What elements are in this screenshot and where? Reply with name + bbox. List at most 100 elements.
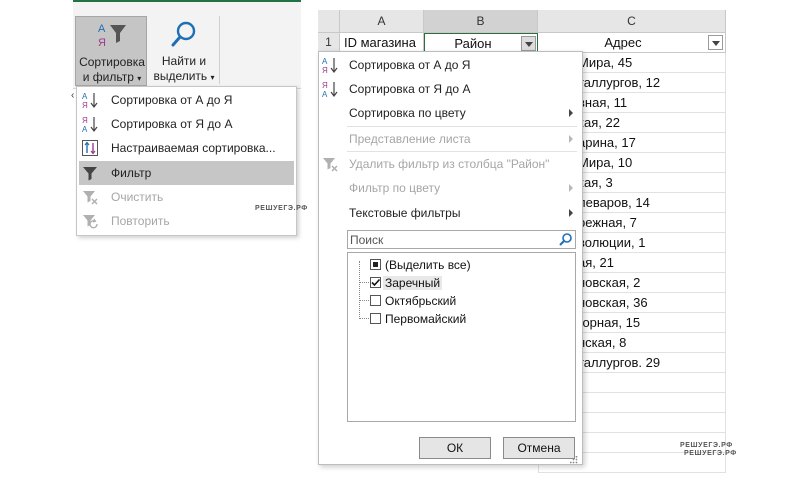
submenu-arrow-icon <box>569 209 573 217</box>
filter-menu-sort-az[interactable]: АЯ Сортировка от А до Я <box>319 53 582 77</box>
svg-text:Я: Я <box>322 66 328 74</box>
address-cell: горная, 15 <box>578 315 641 330</box>
column-header-b[interactable]: B <box>424 10 538 33</box>
sort-az-icon: АЯ <box>321 56 339 75</box>
menu-item-sort-za[interactable]: ЯА Сортировка от Я до А <box>77 112 296 136</box>
magnifier-icon <box>169 20 199 50</box>
address-cell: режная, 7 <box>578 215 637 230</box>
sort-filter-button[interactable]: А Я Сортировка и фильтр ▾ <box>75 16 147 86</box>
svg-text:А: А <box>98 23 106 35</box>
ok-button[interactable]: ОК <box>419 437 491 459</box>
filter-menu-label: Сортировка от А до Я <box>349 58 471 72</box>
filter-menu-clear-column[interactable]: Удалить фильтр из столбца "Район" <box>319 152 582 176</box>
header-cell-text: ID магазина <box>344 35 416 50</box>
address-cell: ая, 21 <box>578 255 614 270</box>
checkbox-checked[interactable] <box>370 277 381 288</box>
submenu-arrow-icon <box>569 109 573 117</box>
sort-filter-label-2: и фильтр <box>82 70 134 84</box>
tree-connector <box>359 318 369 319</box>
filter-menu-text-filters[interactable]: Текстовые фильтры <box>319 201 582 225</box>
address-cell: новская, 36 <box>578 295 648 310</box>
filter-menu-label: Текстовые фильтры <box>349 206 461 220</box>
search-field[interactable] <box>347 230 576 249</box>
address-cell: арина, 17 <box>578 135 636 150</box>
search-icon <box>558 232 573 247</box>
find-select-button[interactable]: Найти и выделить ▾ <box>151 16 217 86</box>
submenu-arrow-icon <box>569 184 573 192</box>
svg-text:А: А <box>322 57 328 66</box>
tree-connector <box>359 261 360 319</box>
checkbox-partial[interactable] <box>370 259 381 270</box>
filter-menu-sort-by-color[interactable]: Сортировка по цвету <box>319 101 582 125</box>
svg-text:А: А <box>322 90 328 98</box>
address-cell: нская, 8 <box>578 335 627 350</box>
clear-filter-icon <box>321 155 339 173</box>
header-cell-address[interactable]: Адрес <box>538 33 726 53</box>
filter-menu-filter-by-color[interactable]: Фильтр по цвету <box>319 176 582 200</box>
sort-za-icon: ЯА <box>321 80 339 99</box>
menu-item-label: Очистить <box>111 190 164 204</box>
address-cell: кая, 3 <box>578 175 613 190</box>
watermark: РЕШУЕГЭ.РФ <box>684 450 737 457</box>
cancel-button[interactable]: Отмена <box>503 437 575 459</box>
watermark: РЕШУЕГЭ.РФ <box>255 205 308 212</box>
watermark: РЕШУЕГЭ.РФ <box>680 442 733 449</box>
svg-text:А: А <box>82 125 88 133</box>
menu-item-label: Настраиваемая сортировка... <box>111 141 276 155</box>
search-input[interactable] <box>350 232 550 247</box>
svg-text:Я: Я <box>322 81 328 90</box>
menu-item-label: Повторить <box>111 214 170 228</box>
header-cell-id[interactable]: ID магазина <box>340 33 424 53</box>
filter-menu-sheet-view[interactable]: Представление листа <box>319 127 582 151</box>
clear-filter-icon <box>81 188 99 206</box>
resize-grip-icon[interactable] <box>569 453 578 464</box>
header-cell-text: Адрес <box>604 35 642 50</box>
select-all-corner[interactable] <box>318 10 340 33</box>
list-item-label: (Выделить все) <box>385 258 471 272</box>
ribbon-divider <box>219 16 220 84</box>
filter-menu-sort-za[interactable]: ЯА Сортировка от Я до А <box>319 77 582 101</box>
svg-text:А: А <box>82 92 88 101</box>
custom-sort-icon <box>81 139 99 157</box>
address-cell: вная, 11 <box>578 95 628 110</box>
row-header-1[interactable]: 1 <box>318 33 340 53</box>
find-select-label-1: Найти и <box>161 54 207 68</box>
filter-menu-label: Сортировка от Я до А <box>349 82 471 96</box>
chevron-down-icon: ▾ <box>137 74 142 83</box>
menu-item-custom-sort[interactable]: Настраиваемая сортировка... <box>77 136 296 160</box>
menu-item-label: Сортировка от А до Я <box>111 93 233 107</box>
list-item-label: Октябрьский <box>385 294 457 308</box>
filter-dropdown-button-c[interactable] <box>708 35 723 50</box>
filter-values-list: (Выделить все) Заречный Октябрьский Перв… <box>347 252 576 422</box>
find-select-label-2: выделить <box>153 69 208 83</box>
chevron-down-icon: ▾ <box>210 73 215 82</box>
filter-menu-label: Сортировка по цвету <box>349 106 466 120</box>
menu-item-sort-az[interactable]: АЯ Сортировка от А до Я <box>77 88 296 112</box>
address-cell: леваров, 14 <box>578 195 650 210</box>
sort-filter-label-1: Сортировка <box>79 55 145 69</box>
address-cell: новская, 2 <box>578 275 641 290</box>
address-cell: кая, 22 <box>578 115 620 130</box>
filter-dropdown-button-b[interactable] <box>521 36 536 51</box>
column-header-c[interactable]: C <box>538 10 726 33</box>
autofilter-dropdown: АЯ Сортировка от А до Я ЯА Сортировка от… <box>318 51 583 465</box>
checkbox-unchecked[interactable] <box>370 313 381 324</box>
menu-item-filter[interactable]: Фильтр <box>79 161 294 185</box>
sort-az-icon: АЯ <box>81 91 99 110</box>
sort-filter-menu: АЯ Сортировка от А до Я ЯА Сортировка от… <box>76 86 307 236</box>
address-cell: таллургов, 12 <box>578 75 661 90</box>
funnel-icon <box>81 164 99 182</box>
menu-item-label: Сортировка от Я до А <box>111 117 233 131</box>
svg-text:Я: Я <box>98 37 106 49</box>
collapse-arrow-icon: ‹ <box>71 90 75 101</box>
ribbon-editing-group: А Я Сортировка и фильтр ▾ Найти и выдели… <box>73 0 301 89</box>
filter-menu-label: Представление листа <box>349 132 471 146</box>
tree-connector <box>359 282 369 283</box>
checkbox-unchecked[interactable] <box>370 295 381 306</box>
column-header-a[interactable]: A <box>340 10 424 33</box>
header-cell-district[interactable]: Район <box>424 33 538 53</box>
address-cell: Мира, 10 <box>578 155 633 170</box>
filter-menu-label: Удалить фильтр из столбца "Район" <box>349 157 550 171</box>
address-cell: волюции, 1 <box>578 235 646 250</box>
menu-item-reapply[interactable]: Повторить <box>77 209 296 233</box>
